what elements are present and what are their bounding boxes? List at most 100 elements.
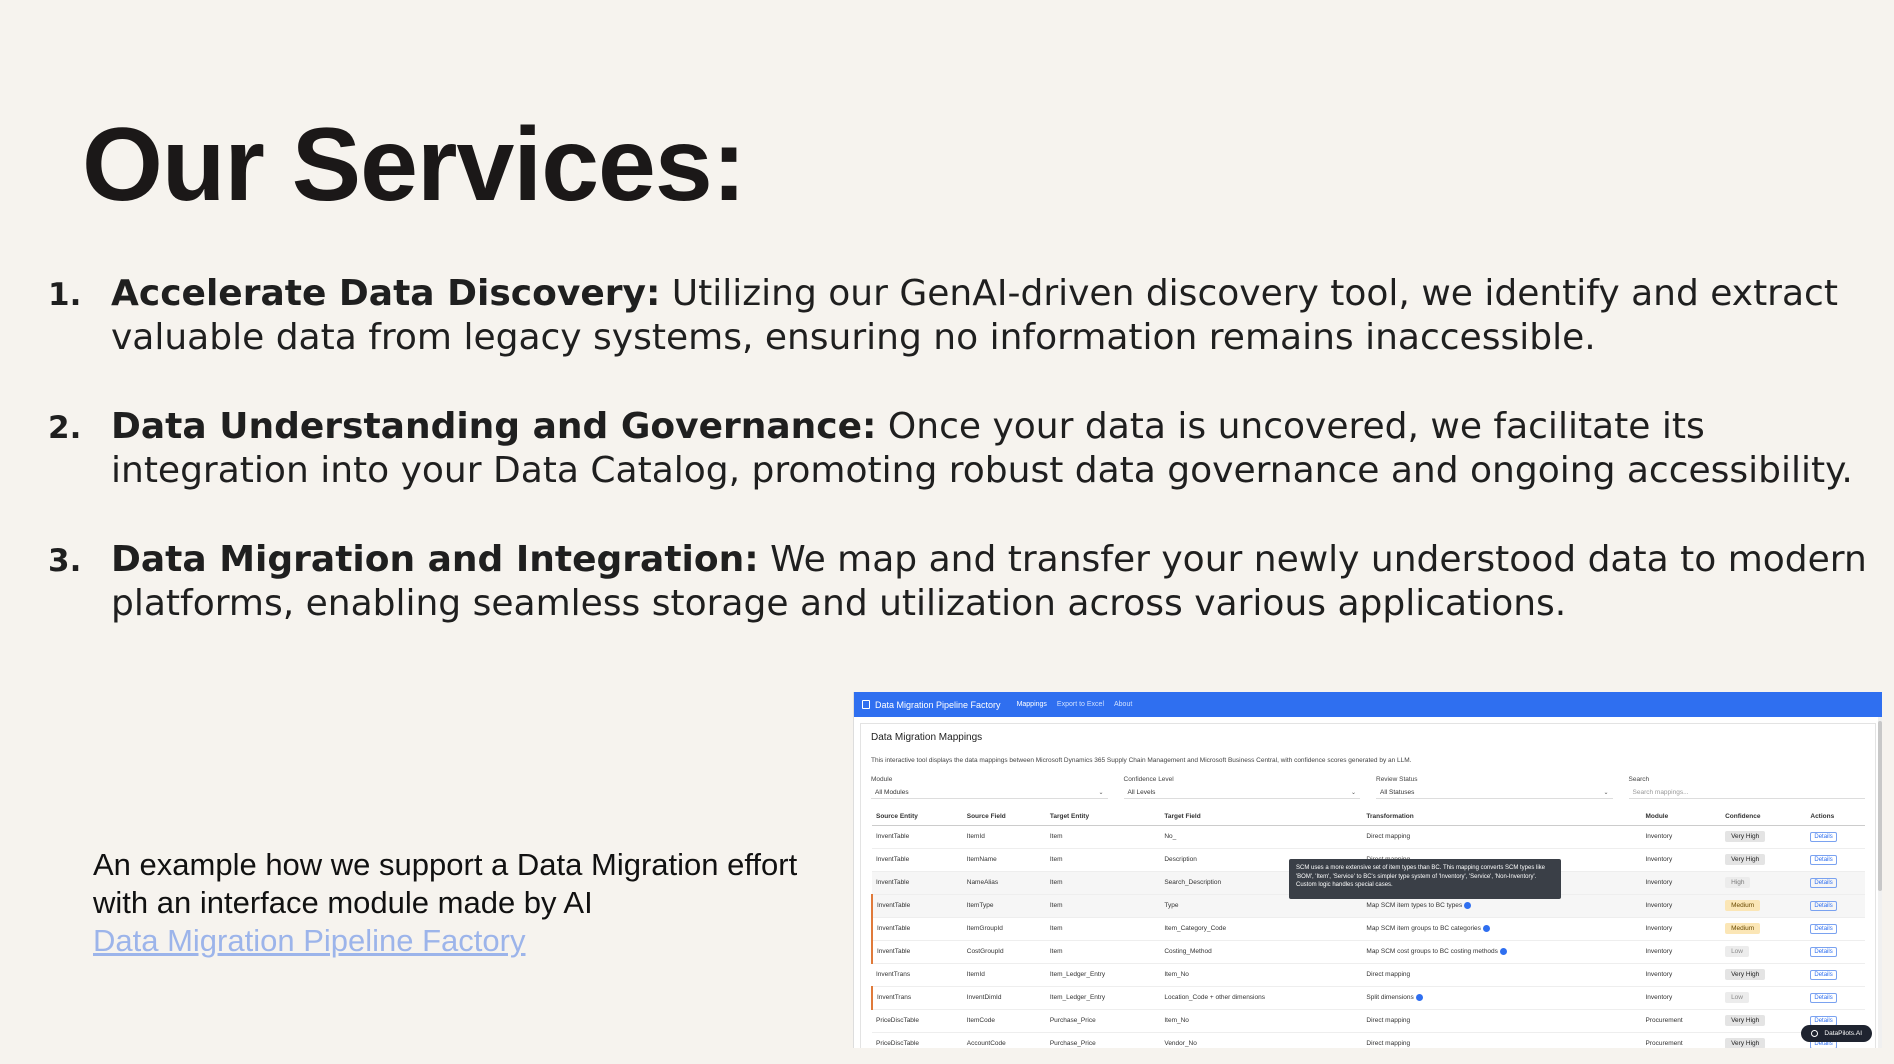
table-row: InventTrans ItemId Item_Ledger_Entry Item_N… (872, 963, 1865, 987)
service-heading: Accelerate Data Discovery: (111, 273, 661, 314)
cell-text: Item_Ledger_Entry (1049, 971, 1106, 978)
table-cell: Item (1045, 894, 1161, 918)
table-cell: Details (1806, 848, 1865, 872)
details-button[interactable]: Details (1810, 992, 1837, 1003)
table-cell: Details (1806, 940, 1865, 964)
confidence-badge: High (1725, 877, 1751, 888)
app-brand-label: Data Migration Pipeline Factory (875, 699, 1001, 710)
table-cell: Very High (1721, 848, 1807, 872)
review-status-select[interactable]: All Statuses ⌄ (1376, 786, 1613, 799)
table-cell: Details (1806, 871, 1865, 895)
module-select[interactable]: All Modules ⌄ (871, 786, 1108, 799)
cell-text: Map SCM cost groups to BC costing method… (1366, 948, 1498, 956)
details-button[interactable]: Details (1810, 946, 1837, 957)
cell-text: Item_Category_Code (1164, 925, 1227, 932)
cell-text: InventTrans (876, 971, 911, 978)
cell-text: Map SCM item types to BC types (1366, 902, 1463, 910)
column-header[interactable]: Transformation (1362, 809, 1642, 826)
table-cell: Item (1045, 940, 1161, 964)
table-cell: ItemName (962, 848, 1046, 872)
table-cell: Inventory (1641, 963, 1722, 987)
info-icon[interactable] (1415, 993, 1423, 1001)
table-cell: High (1721, 871, 1807, 895)
scrollbar[interactable] (1878, 717, 1882, 1048)
info-icon[interactable] (1499, 947, 1507, 955)
datapilots-badge[interactable]: DataPilots.AI (1801, 1025, 1872, 1042)
info-icon[interactable] (1464, 901, 1472, 909)
cell-text: Search_Description (1164, 879, 1222, 886)
service-number: 3. (48, 543, 82, 579)
nav-export-excel[interactable]: Export to Excel (1057, 701, 1104, 708)
scrollbar-thumb[interactable] (1878, 721, 1882, 891)
nav-about[interactable]: About (1114, 701, 1132, 708)
table-cell: Direct mapping (1362, 825, 1642, 849)
confidence-filter: Confidence Level All Levels ⌄ (1123, 776, 1360, 799)
search-input[interactable]: Search mappings... (1628, 786, 1865, 799)
table-cell: Inventory (1641, 894, 1722, 918)
document-icon (862, 700, 870, 709)
info-icon[interactable] (1482, 924, 1490, 932)
table-cell: Low (1721, 986, 1807, 1010)
table-cell: ItemId (962, 963, 1046, 987)
details-button[interactable]: Details (1810, 969, 1837, 980)
column-header[interactable]: Target Entity (1045, 809, 1161, 826)
service-item: 2. Data Understanding and Governance: On… (48, 405, 1878, 493)
table-cell: Location_Code + other dimensions (1160, 986, 1363, 1010)
caption-line: An example how we support a Data Migrati… (93, 847, 798, 882)
cell-text: Item (1049, 948, 1063, 955)
table-cell: Procurement (1641, 1032, 1722, 1048)
app-brand[interactable]: Data Migration Pipeline Factory (862, 700, 1001, 710)
cell-text: Vendor_No (1164, 1040, 1197, 1047)
nav-mappings[interactable]: Mappings (1017, 701, 1047, 708)
table-cell: Inventory (1641, 986, 1722, 1010)
table-cell: ItemCode (962, 1009, 1046, 1033)
cell-text: Item_No (1164, 971, 1189, 978)
details-button[interactable]: Details (1810, 877, 1837, 888)
table-cell: ItemType (962, 894, 1046, 918)
details-button[interactable]: Details (1810, 1015, 1837, 1026)
cell-text: Item_Ledger_Entry (1049, 994, 1106, 1001)
cell-text: Item_No (1164, 1017, 1189, 1024)
details-button[interactable]: Details (1810, 831, 1837, 842)
confidence-badge: Very High (1725, 854, 1766, 865)
table-cell: Details (1806, 963, 1865, 987)
cell-text: Map SCM item groups to BC categories (1366, 925, 1481, 933)
table-cell: Vendor_No (1160, 1032, 1363, 1048)
service-number: 2. (48, 410, 82, 446)
column-header[interactable]: Source Entity (872, 809, 963, 826)
app-link[interactable]: Data Migration Pipeline Factory (93, 922, 525, 960)
confidence-badge: Very High (1725, 1015, 1766, 1026)
column-header[interactable]: Module (1641, 809, 1722, 826)
table-cell: Item_No (1160, 1009, 1363, 1033)
service-item: 1. Accelerate Data Discovery: Utilizing … (48, 272, 1878, 360)
example-caption: An example how we support a Data Migrati… (93, 846, 797, 960)
table-cell: Inventory (1641, 871, 1722, 895)
table-cell: Inventory (1641, 940, 1722, 964)
cell-text: Type (1164, 902, 1179, 909)
confidence-select[interactable]: All Levels ⌄ (1123, 786, 1360, 799)
table-cell: PriceDiscTable (872, 1009, 963, 1033)
cell-text: Inventory (1645, 856, 1673, 863)
search-filter: Search Search mappings... (1628, 776, 1865, 799)
table-cell: Very High (1721, 1032, 1807, 1048)
cell-text: Procurement (1645, 1040, 1683, 1047)
details-button[interactable]: Details (1810, 854, 1837, 865)
table-cell: InventTable (871, 894, 963, 918)
app-screenshot: Data Migration Pipeline Factory Mappings… (853, 692, 1882, 1048)
table-cell: Purchase_Price (1045, 1009, 1161, 1033)
column-header[interactable]: Target Field (1160, 809, 1363, 826)
cell-text: InventTable (876, 833, 910, 840)
details-button[interactable]: Details (1810, 923, 1837, 934)
cell-text: Direct mapping (1366, 833, 1411, 840)
table-cell: Inventory (1641, 848, 1722, 872)
confidence-badge: Very High (1725, 1038, 1766, 1048)
table-cell: InventTable (872, 848, 963, 872)
table-cell: Medium (1721, 894, 1807, 918)
table-cell: Item (1045, 848, 1161, 872)
review-status-select-value: All Statuses (1380, 788, 1415, 796)
table-cell: Details (1806, 917, 1865, 941)
column-header[interactable]: Source Field (962, 809, 1046, 826)
table-cell: AccountCode (962, 1032, 1046, 1048)
details-button[interactable]: Details (1810, 900, 1837, 911)
column-header[interactable]: Confidence (1721, 809, 1807, 826)
